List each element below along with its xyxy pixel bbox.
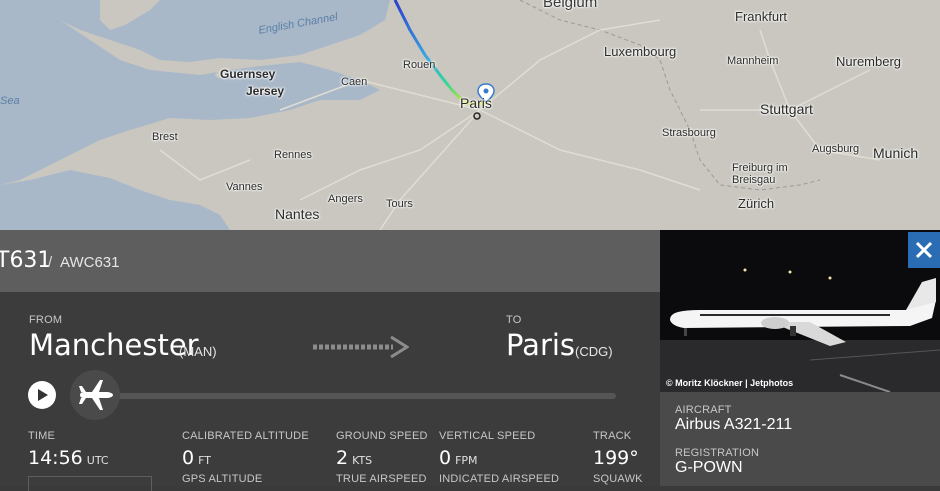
- aircraft-details: AIRCRAFT Airbus A321-211 REGISTRATION G-…: [660, 392, 940, 486]
- gps-altitude-label: GPS ALTITUDE: [182, 473, 263, 485]
- map-label-jersey: Jersey: [246, 84, 285, 98]
- airplane-icon: [79, 380, 113, 410]
- flight-details: FROM Manchester (MAN) TO Paris (CDG) TIM…: [0, 292, 660, 491]
- track-label: TRACK: [593, 430, 632, 442]
- destination-city[interactable]: Paris: [506, 328, 575, 362]
- flight-header: T631 / AWC631: [0, 230, 660, 292]
- time-label: TIME: [28, 430, 56, 442]
- play-button[interactable]: [28, 381, 56, 409]
- close-icon: [915, 241, 933, 259]
- sea-label-left: Sea: [0, 95, 20, 107]
- ground-speed-value: 2 KTS: [336, 447, 372, 469]
- map-label-belgium: Belgium: [543, 0, 598, 11]
- true-airspeed-label: TRUE AIRSPEED: [336, 473, 427, 485]
- map-label-strasbourg: Strasbourg: [662, 127, 716, 139]
- indicated-airspeed-label: INDICATED AIRSPEED: [439, 473, 560, 485]
- aircraft-label: AIRCRAFT: [675, 404, 732, 416]
- map-label-caen: Caen: [341, 76, 368, 88]
- vertical-speed-number: 0: [439, 447, 452, 469]
- registration-label: REGISTRATION: [675, 447, 760, 459]
- squawk-label: SQUAWK: [593, 473, 643, 485]
- map-label-mannheim: Mannheim: [727, 55, 779, 67]
- map-label-rennes: Rennes: [274, 149, 312, 161]
- map-label-vannes: Vannes: [226, 181, 263, 193]
- progress-plane-marker: [70, 370, 120, 420]
- time-number: 14:56: [28, 447, 83, 469]
- time-unit: UTC: [86, 454, 109, 467]
- flight-separator: /: [48, 254, 53, 271]
- time-selector[interactable]: [28, 476, 152, 491]
- calibrated-altitude-label: CALIBRATED ALTITUDE: [182, 430, 309, 442]
- route-arrow-icon: [313, 335, 409, 359]
- map-label-tours: Tours: [386, 198, 413, 210]
- aircraft-photo-image: [660, 230, 940, 392]
- map-label-nantes: Nantes: [275, 206, 320, 222]
- stat-track: TRACK 199°: [593, 430, 639, 469]
- calibrated-altitude-value: 0 FT: [182, 447, 211, 469]
- vertical-speed-label: VERTICAL SPEED: [439, 430, 536, 442]
- map-label-freiburg: Freiburg im Breisgau: [732, 162, 788, 186]
- photo-credit[interactable]: © Moritz Klöckner | Jetphotos: [666, 378, 793, 388]
- stat-calibrated-altitude: CALIBRATED ALTITUDE 0 FT: [182, 430, 309, 469]
- aircraft-photo[interactable]: © Moritz Klöckner | Jetphotos: [660, 230, 940, 392]
- play-icon: [38, 389, 48, 401]
- aircraft-panel: © Moritz Klöckner | Jetphotos AIRCRAFT A…: [660, 230, 940, 486]
- map-label-frankfurt: Frankfurt: [735, 9, 788, 24]
- map-label-nuremberg: Nuremberg: [836, 54, 902, 69]
- map-label-angers: Angers: [328, 193, 363, 205]
- origin-city[interactable]: Manchester: [29, 328, 199, 362]
- map-label-rouen: Rouen: [403, 59, 436, 71]
- stat-time: TIME 14:56 UTC: [28, 430, 109, 469]
- map-label-munich: Munich: [873, 145, 919, 161]
- origin-code: (MAN): [179, 344, 217, 359]
- map-label-augsburg: Augsburg: [812, 143, 860, 155]
- stat-vertical-speed: VERTICAL SPEED 0 FPM: [439, 430, 536, 469]
- flight-track: [393, 0, 489, 106]
- ground-speed-unit: KTS: [352, 454, 373, 467]
- to-label: TO: [506, 314, 522, 326]
- time-value: 14:56 UTC: [28, 447, 109, 469]
- close-button[interactable]: [908, 232, 940, 268]
- map-label-guernsey: Guernsey: [220, 67, 276, 81]
- flight-callsign: T631: [0, 248, 52, 273]
- from-label: FROM: [29, 314, 63, 326]
- map-label-paris: Paris: [460, 95, 492, 111]
- map-label-zurich: Zürich: [738, 196, 775, 211]
- map-label-brest: Brest: [152, 131, 178, 143]
- track-value: 199°: [593, 447, 639, 469]
- map-label-stuttgart: Stuttgart: [760, 101, 813, 117]
- flight-icao: AWC631: [60, 254, 120, 271]
- destination-code: (CDG): [575, 344, 613, 359]
- stat-ground-speed: GROUND SPEED 2 KTS: [336, 430, 428, 469]
- vertical-speed-value: 0 FPM: [439, 447, 478, 469]
- flight-map[interactable]: English Channel Sea Belgium Frankfurt Lu…: [0, 0, 940, 230]
- vertical-speed-unit: FPM: [455, 454, 478, 467]
- ground-speed-label: GROUND SPEED: [336, 430, 428, 442]
- aircraft-type[interactable]: Airbus A321-211: [675, 416, 792, 434]
- map-label-luxembourg: Luxembourg: [604, 44, 677, 59]
- aircraft-registration[interactable]: G-POWN: [675, 459, 743, 477]
- flight-progress-bar: [96, 393, 616, 399]
- calibrated-altitude-number: 0: [182, 447, 195, 469]
- ground-speed-number: 2: [336, 447, 349, 469]
- calibrated-altitude-unit: FT: [198, 454, 211, 467]
